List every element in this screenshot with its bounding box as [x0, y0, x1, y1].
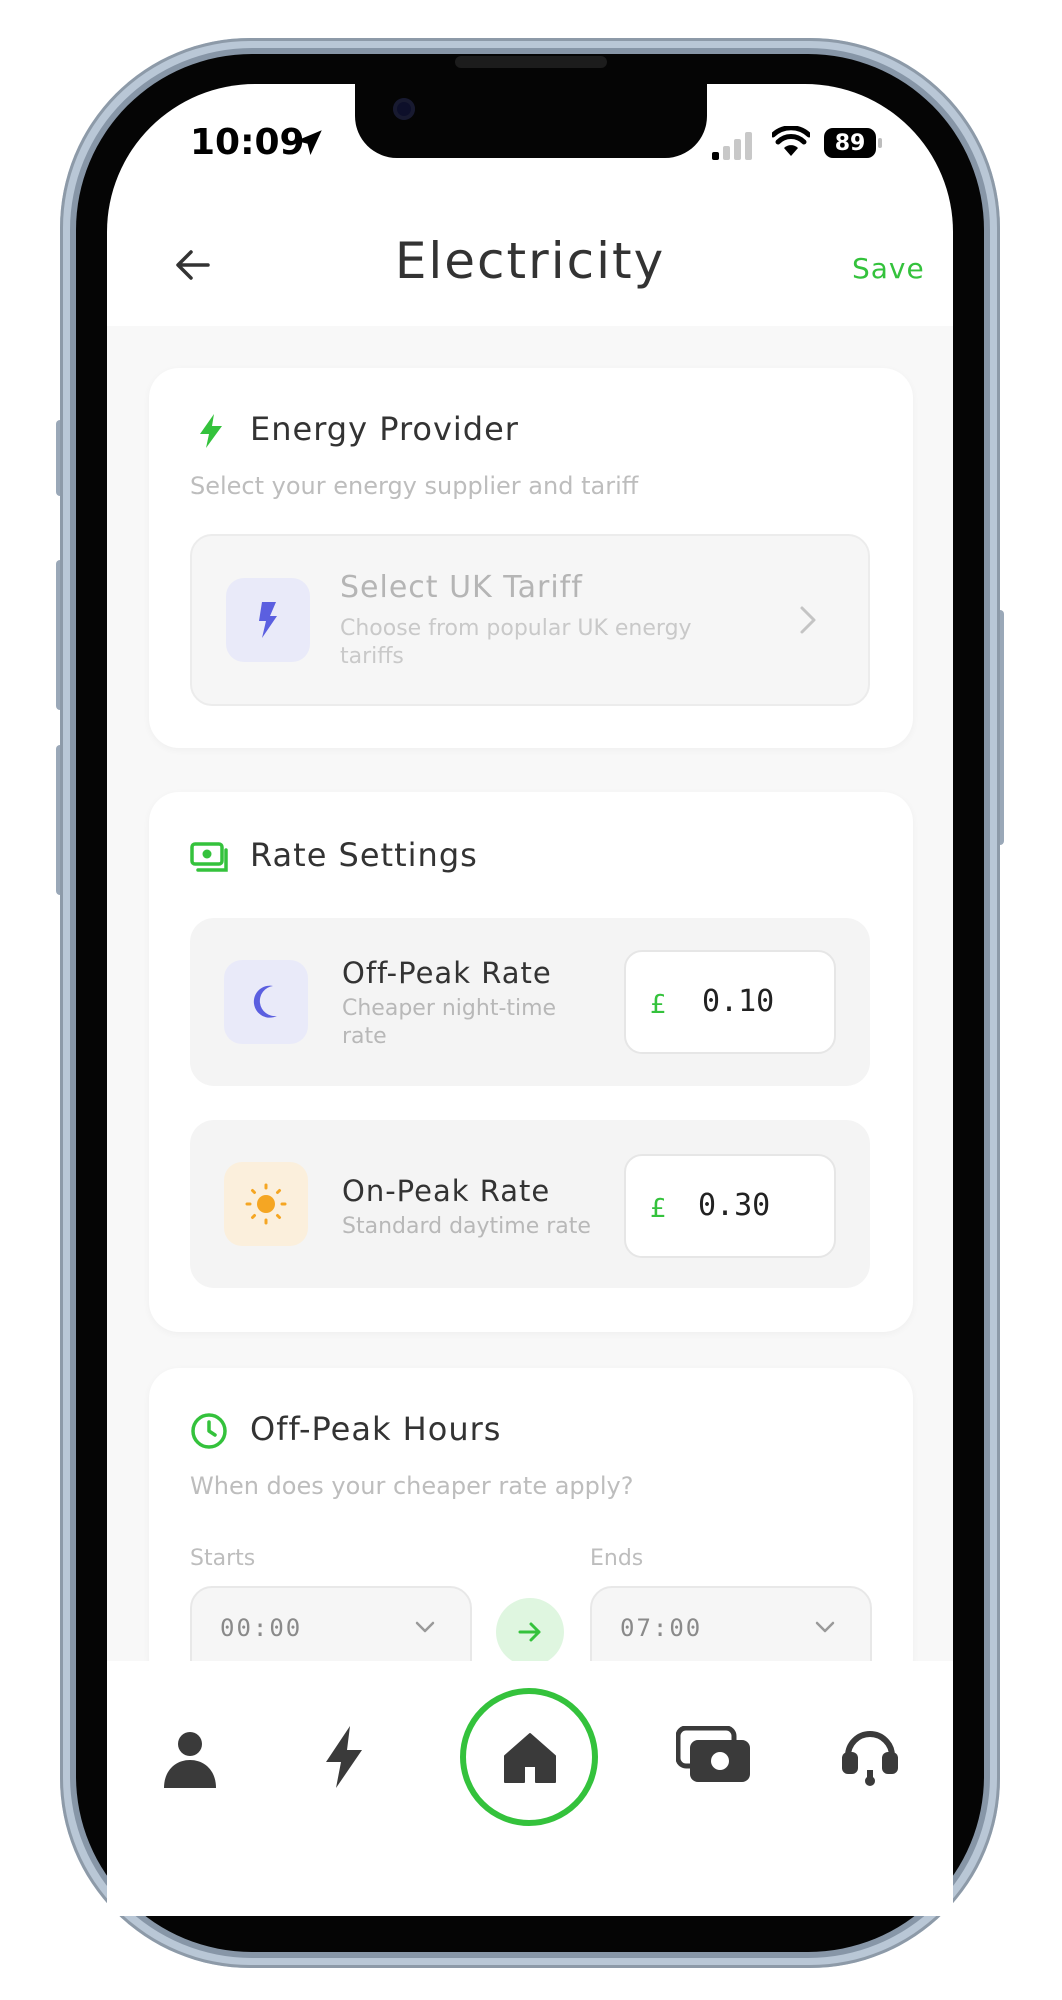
front-camera	[393, 98, 415, 120]
on-peak-description: Standard daytime rate	[342, 1214, 591, 1239]
clock-icon	[191, 1413, 227, 1449]
start-time-value: 00:00	[220, 1614, 303, 1642]
money-icon	[190, 842, 228, 872]
location-arrow-icon	[296, 130, 322, 156]
nav-profile-icon[interactable]	[162, 1730, 218, 1790]
off-peak-description-line2: rate	[342, 1024, 387, 1049]
off-peak-currency: £	[650, 990, 667, 1020]
nav-support-icon[interactable]	[840, 1726, 900, 1788]
rate-settings-title: Rate Settings	[250, 836, 478, 874]
nav-energy-icon[interactable]	[322, 1726, 366, 1788]
arrow-right-icon	[518, 1622, 541, 1642]
energy-provider-subtitle: Select your energy supplier and tariff	[190, 472, 639, 500]
energy-provider-title: Energy Provider	[250, 410, 519, 448]
earpiece-speaker	[455, 56, 607, 68]
on-peak-rate-value: 0.30	[698, 1188, 771, 1223]
moon-icon	[253, 985, 277, 1018]
tariff-description-line2: tariffs	[340, 644, 404, 669]
on-peak-title: On-Peak Rate	[342, 1174, 551, 1208]
end-time-value: 07:00	[620, 1614, 703, 1642]
wifi-icon	[772, 126, 810, 156]
chevron-right-icon	[800, 606, 816, 634]
tariff-lightning-icon	[259, 602, 277, 638]
off-peak-hours-subtitle: When does your cheaper rate apply?	[190, 1472, 634, 1500]
save-button[interactable]: Save	[852, 252, 925, 285]
starts-label: Starts	[190, 1546, 256, 1571]
nav-home-icon	[504, 1733, 556, 1783]
on-peak-currency: £	[650, 1194, 667, 1224]
battery-level: 89	[834, 130, 866, 156]
off-peak-description-line1: Cheaper night-time	[342, 996, 557, 1021]
back-arrow-icon[interactable]	[172, 244, 214, 286]
status-time-text: 10:09	[190, 122, 305, 163]
tariff-description-line1: Choose from popular UK energy	[340, 616, 692, 641]
ends-label: Ends	[590, 1546, 644, 1571]
sun-icon	[245, 1183, 287, 1225]
off-peak-icon-tile	[224, 960, 308, 1044]
lightning-icon	[200, 414, 222, 448]
page-title: Electricity	[394, 232, 666, 290]
off-peak-title: Off-Peak Rate	[342, 956, 552, 990]
battery-cap	[878, 138, 882, 148]
start-chevron-down-icon	[415, 1621, 435, 1633]
on-peak-icon-tile	[224, 1162, 308, 1246]
tariff-icon-tile	[226, 578, 310, 662]
off-peak-rate-value: 0.10	[702, 984, 775, 1019]
signal-icon	[712, 132, 752, 160]
notch	[355, 84, 707, 158]
tariff-title: Select UK Tariff	[340, 570, 583, 605]
status-time: 10:09	[190, 122, 305, 163]
end-chevron-down-icon	[815, 1621, 835, 1633]
off-peak-hours-title: Off-Peak Hours	[250, 1410, 502, 1448]
battery-icon: 89	[824, 128, 876, 158]
nav-wallet-icon[interactable]	[676, 1726, 752, 1784]
